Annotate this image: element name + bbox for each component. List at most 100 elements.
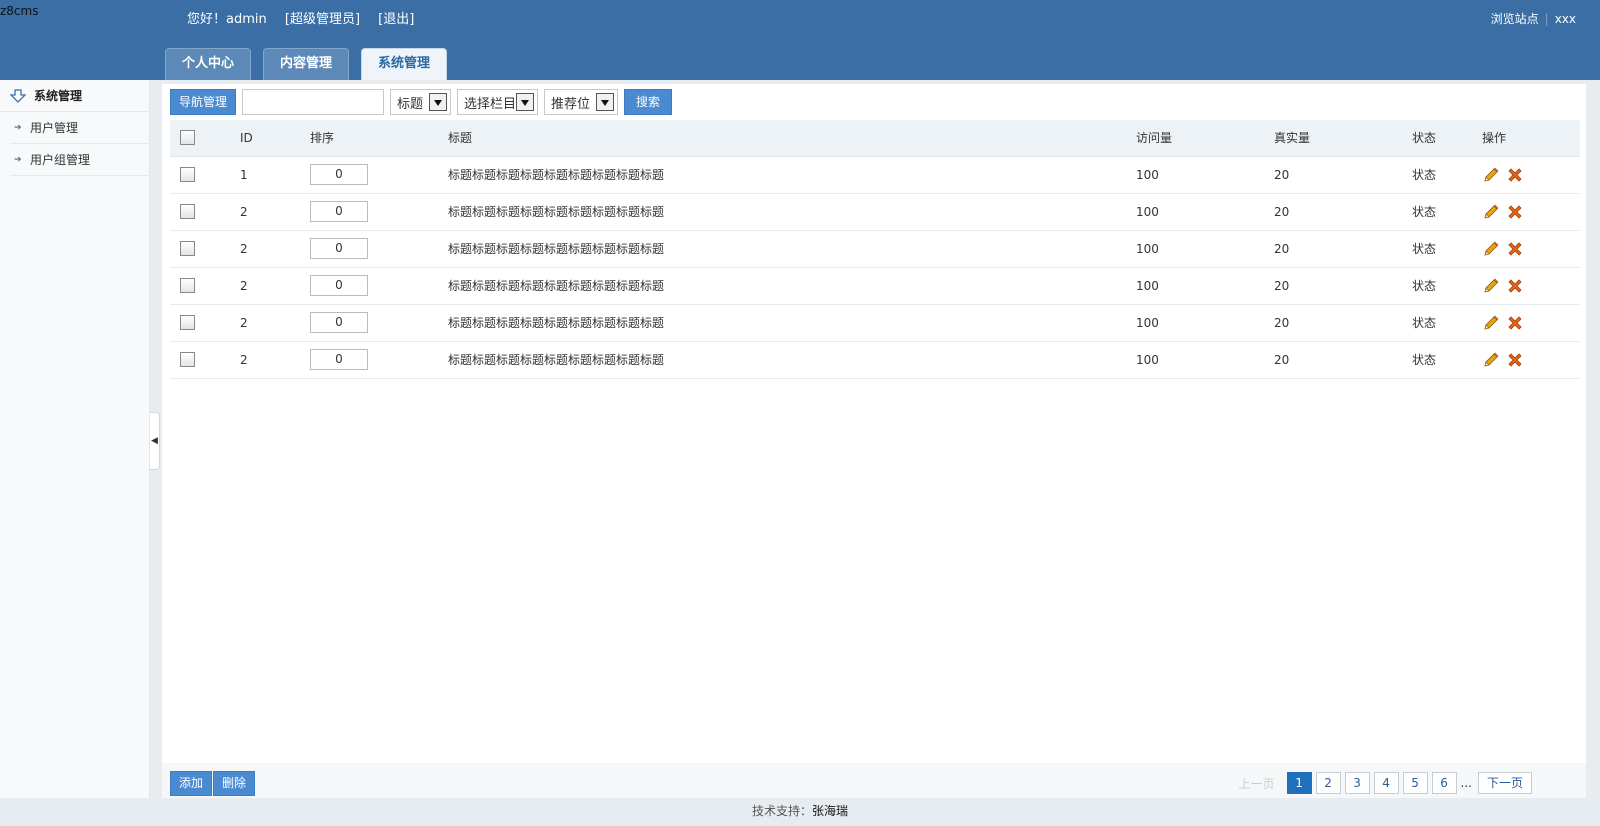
top-right-links: 浏览站点 | xxx xyxy=(1491,10,1576,27)
row-visits: 100 xyxy=(1136,230,1274,268)
role-link[interactable]: [超级管理员] xyxy=(285,12,360,27)
tab-personal-center[interactable]: 个人中心 xyxy=(165,48,252,80)
main-content: 导航管理 标题 选择栏目 推荐位 搜索 ID 排序 标题 访问量 真实量 状态 … xyxy=(162,84,1586,798)
row-actions xyxy=(1482,240,1580,258)
page-footer: 技术支持：张海瑞 xyxy=(0,798,1600,826)
column-select[interactable]: 选择栏目 xyxy=(457,89,539,115)
main-tabs: 个人中心 内容管理 系统管理 xyxy=(165,48,459,80)
page-3[interactable]: 3 xyxy=(1344,772,1370,794)
logout-link[interactable]: [退出] xyxy=(378,12,414,27)
field-select[interactable]: 标题 xyxy=(390,89,452,115)
order-input[interactable]: 0 xyxy=(310,164,368,185)
sidebar-item-label: 用户组管理 xyxy=(30,153,91,167)
row-actions xyxy=(1482,166,1580,184)
down-arrow-icon xyxy=(10,88,26,103)
col-visits: 访问量 xyxy=(1136,120,1274,157)
chevron-down-icon xyxy=(429,93,448,111)
prev-page-link[interactable]: 上一页 xyxy=(1239,775,1275,792)
table-row: 2 0 标题标题标题标题标题标题标题标题标题 100 20 状态 xyxy=(170,267,1580,305)
order-input[interactable]: 0 xyxy=(310,201,368,222)
page-2[interactable]: 2 xyxy=(1315,772,1341,794)
page-5[interactable]: 5 xyxy=(1402,772,1428,794)
tab-system-management[interactable]: 系统管理 xyxy=(361,48,448,80)
order-input[interactable]: 0 xyxy=(310,275,368,296)
edit-pencil-icon[interactable] xyxy=(1482,277,1500,295)
pagination-ellipsis: ... xyxy=(1460,776,1472,790)
link-divider: | xyxy=(1544,12,1549,26)
delete-x-icon[interactable] xyxy=(1506,314,1524,332)
row-id: 1 xyxy=(240,156,310,194)
next-page-button[interactable]: 下一页 xyxy=(1478,772,1532,794)
order-input[interactable]: 0 xyxy=(310,349,368,370)
table-row: 2 0 标题标题标题标题标题标题标题标题标题 100 20 状态 xyxy=(170,230,1580,268)
row-id: 2 xyxy=(240,230,310,268)
order-input[interactable]: 0 xyxy=(310,312,368,333)
delete-button[interactable]: 删除 xyxy=(213,771,256,796)
arrow-right-icon: ➔ xyxy=(14,154,22,165)
tab-content-management[interactable]: 内容管理 xyxy=(263,48,350,80)
search-input[interactable] xyxy=(242,89,385,115)
col-id: ID xyxy=(240,120,310,157)
row-checkbox[interactable] xyxy=(180,167,195,182)
table-row: 2 0 标题标题标题标题标题标题标题标题标题 100 20 状态 xyxy=(170,341,1580,379)
edit-pencil-icon[interactable] xyxy=(1482,166,1500,184)
row-checkbox[interactable] xyxy=(180,315,195,330)
row-actions xyxy=(1482,351,1580,369)
extra-link[interactable]: xxx xyxy=(1555,12,1576,26)
row-checkbox[interactable] xyxy=(180,278,195,293)
sidebar-item-user-management[interactable]: ➔ 用户管理 xyxy=(10,112,149,144)
row-real: 20 xyxy=(1274,230,1412,268)
sidebar-section-header[interactable]: 系统管理 xyxy=(0,80,149,112)
col-real: 真实量 xyxy=(1274,120,1412,157)
edit-pencil-icon[interactable] xyxy=(1482,351,1500,369)
browse-site-link[interactable]: 浏览站点 xyxy=(1491,12,1539,26)
sidebar-item-usergroup-management[interactable]: ➔ 用户组管理 xyxy=(10,144,149,176)
row-title: 标题标题标题标题标题标题标题标题标题 xyxy=(448,304,1136,342)
row-visits: 100 xyxy=(1136,267,1274,305)
row-real: 20 xyxy=(1274,267,1412,305)
order-input[interactable]: 0 xyxy=(310,238,368,259)
recommend-select-value: 推荐位 xyxy=(551,96,591,112)
row-id: 2 xyxy=(240,267,310,305)
edit-pencil-icon[interactable] xyxy=(1482,203,1500,221)
row-checkbox[interactable] xyxy=(180,204,195,219)
page-1[interactable]: 1 xyxy=(1286,772,1312,794)
search-button[interactable]: 搜索 xyxy=(624,89,673,115)
row-title: 标题标题标题标题标题标题标题标题标题 xyxy=(448,193,1136,231)
row-real: 20 xyxy=(1274,156,1412,194)
bottom-action-bar: 添加 删除 上一页 1 2 3 4 5 6 ... 下一页 xyxy=(162,763,1586,798)
edit-pencil-icon[interactable] xyxy=(1482,314,1500,332)
row-checkbox[interactable] xyxy=(180,241,195,256)
page-4[interactable]: 4 xyxy=(1373,772,1399,794)
row-checkbox[interactable] xyxy=(180,352,195,367)
row-title: 标题标题标题标题标题标题标题标题标题 xyxy=(448,230,1136,268)
delete-x-icon[interactable] xyxy=(1506,277,1524,295)
select-all-checkbox[interactable] xyxy=(180,130,195,146)
add-button[interactable]: 添加 xyxy=(170,771,213,796)
chevron-down-icon xyxy=(596,93,615,111)
delete-x-icon[interactable] xyxy=(1506,351,1524,369)
delete-x-icon[interactable] xyxy=(1506,166,1524,184)
row-visits: 100 xyxy=(1136,341,1274,379)
collapse-sidebar-handle[interactable]: ◀ xyxy=(150,412,160,470)
edit-pencil-icon[interactable] xyxy=(1482,240,1500,258)
pagination: 上一页 1 2 3 4 5 6 ... 下一页 xyxy=(1239,772,1536,794)
row-status: 状态 xyxy=(1412,267,1482,305)
row-real: 20 xyxy=(1274,341,1412,379)
table-row: 2 0 标题标题标题标题标题标题标题标题标题 100 20 状态 xyxy=(170,304,1580,342)
row-id: 2 xyxy=(240,304,310,342)
footer-author: 张海瑞 xyxy=(812,804,849,818)
row-actions xyxy=(1482,203,1580,221)
row-actions xyxy=(1482,277,1580,295)
row-id: 2 xyxy=(240,341,310,379)
delete-x-icon[interactable] xyxy=(1506,240,1524,258)
footer-label: 技术支持： xyxy=(751,804,812,818)
page-6[interactable]: 6 xyxy=(1431,772,1457,794)
delete-x-icon[interactable] xyxy=(1506,203,1524,221)
sidebar-item-label: 用户管理 xyxy=(30,121,79,135)
sidebar-title: 系统管理 xyxy=(34,89,83,103)
recommend-select[interactable]: 推荐位 xyxy=(544,89,619,115)
row-real: 20 xyxy=(1274,304,1412,342)
nav-management-button[interactable]: 导航管理 xyxy=(170,89,237,115)
sidebar: 系统管理 ➔ 用户管理 ➔ 用户组管理 xyxy=(0,80,150,798)
